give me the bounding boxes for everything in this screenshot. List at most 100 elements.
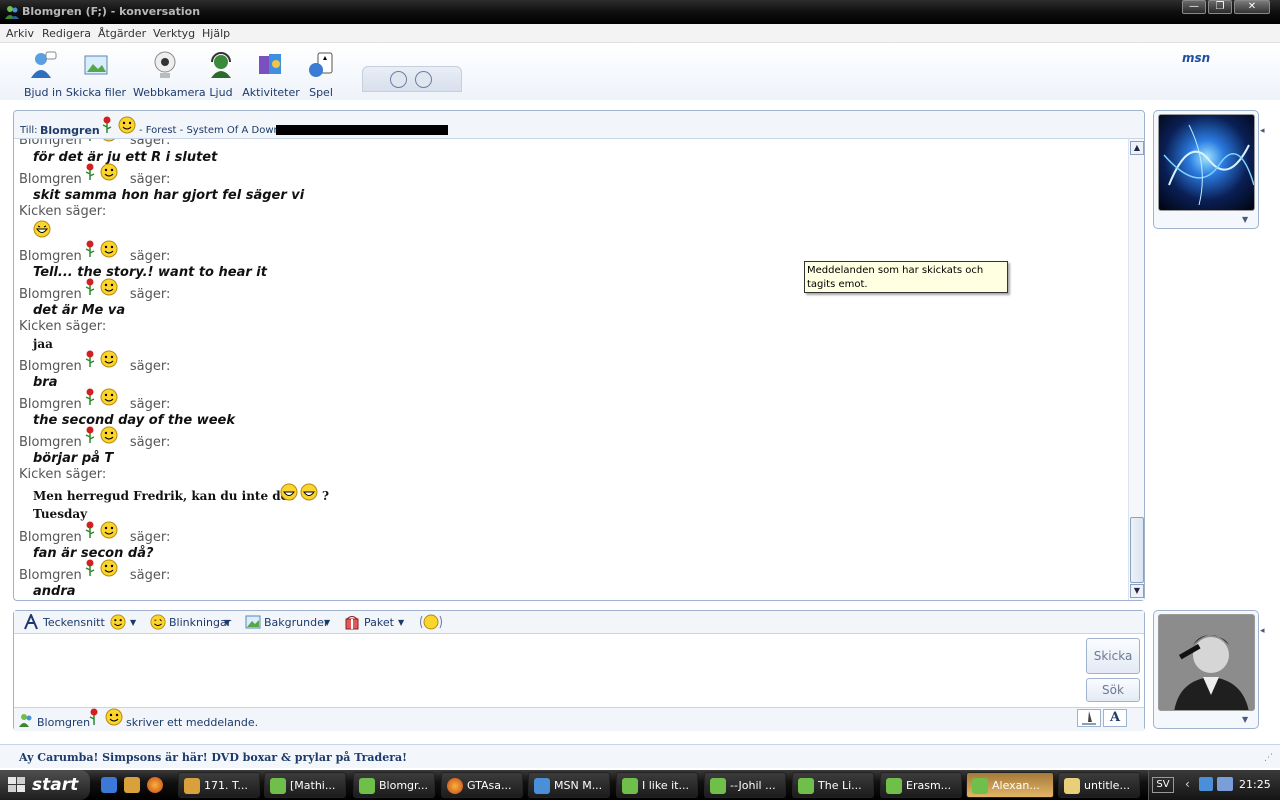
- task-button[interactable]: untitle...: [1058, 772, 1140, 798]
- send-files-icon: [84, 55, 108, 75]
- invite-icon: [31, 51, 57, 78]
- send-button[interactable]: Skicka: [1086, 638, 1140, 674]
- menu-arkiv[interactable]: Arkiv: [6, 27, 34, 40]
- webcam-icon: [154, 51, 176, 78]
- winamp-icon[interactable]: [124, 777, 140, 793]
- ie-icon[interactable]: [101, 777, 117, 793]
- ad-link[interactable]: Ay Carumba! Simpsons är här! DVD boxar &…: [19, 751, 407, 764]
- handwriting-button[interactable]: [1077, 709, 1101, 727]
- chevron-down-icon[interactable]: ▼: [224, 618, 230, 627]
- packages-button[interactable]: Paket: [364, 616, 394, 629]
- redaction-bar: [276, 125, 448, 135]
- games-icon: [309, 52, 333, 77]
- firefox-icon: [447, 778, 463, 794]
- task-button[interactable]: Blomgr...: [353, 772, 435, 798]
- task-button[interactable]: MSN M...: [528, 772, 610, 798]
- scroll-down-button[interactable]: ▼: [1130, 584, 1144, 598]
- format-bar: Teckensnitt ▼ Blinkningar ▼ Bakgrunder ▼…: [14, 611, 1144, 634]
- menu-atgarder[interactable]: Åtgärder: [98, 27, 146, 40]
- chat-message: för det är ju ett R i slutet: [33, 150, 218, 165]
- webcam-label: Webbkamera: [133, 86, 206, 99]
- contact-picture: [1158, 114, 1255, 211]
- windows-logo-icon: [8, 777, 25, 792]
- task-button[interactable]: GTAsa...: [441, 772, 523, 798]
- msn-buddy-icon: [972, 778, 988, 794]
- system-tray: SV ‹ 21:25: [1148, 770, 1280, 800]
- close-button[interactable]: ✕: [1234, 0, 1270, 14]
- winks-button[interactable]: Blinkningar: [169, 616, 231, 629]
- font-icon[interactable]: [23, 614, 39, 630]
- my-picture: [1158, 614, 1255, 711]
- task-button[interactable]: --Johil ...: [704, 772, 786, 798]
- chevron-down-icon[interactable]: ▼: [324, 618, 330, 627]
- laughing-emoticon-icon: [280, 483, 298, 501]
- window-title: Blomgren (F;) - konversation: [22, 5, 201, 18]
- chat-message: jaa: [33, 337, 53, 351]
- smiley-icon: [100, 521, 118, 542]
- menu-hjalp[interactable]: Hjälp: [202, 27, 230, 40]
- smiley-icon: [100, 278, 118, 299]
- search-button[interactable]: Sök: [1086, 678, 1140, 702]
- chat-scrollbar[interactable]: ▲ ▼: [1128, 139, 1144, 600]
- rose-icon: [84, 163, 96, 184]
- send-files-button[interactable]: Skicka filer: [64, 50, 128, 99]
- smiley-icon: [105, 708, 123, 726]
- start-label: start: [32, 775, 79, 795]
- network-icon[interactable]: [1217, 777, 1233, 791]
- backgrounds-icon[interactable]: [245, 615, 261, 629]
- menu-redigera[interactable]: Redigera: [42, 27, 91, 40]
- msn-tray-icon[interactable]: [1199, 777, 1213, 791]
- msn-buddy-icon: [798, 778, 814, 794]
- rose-icon: [102, 116, 112, 133]
- chat-message-suffix: ?: [322, 489, 330, 503]
- task-button[interactable]: Erasm...: [880, 772, 962, 798]
- menu-verktyg[interactable]: Verktyg: [153, 27, 195, 40]
- chevron-down-icon[interactable]: ▼: [1242, 215, 1248, 224]
- singer-photo-icon: [1159, 615, 1254, 710]
- contact-display-picture[interactable]: ▼: [1153, 110, 1259, 229]
- scroll-up-button[interactable]: ▲: [1130, 141, 1144, 155]
- firefox-icon[interactable]: [147, 777, 163, 793]
- chevron-down-icon[interactable]: ▼: [130, 618, 136, 627]
- resize-grip-icon[interactable]: ⋰: [1264, 753, 1273, 763]
- message-input[interactable]: [14, 635, 1080, 707]
- task-button[interactable]: I like it...: [616, 772, 698, 798]
- collapse-arrow-icon[interactable]: ◂: [1260, 626, 1265, 636]
- pencil-icon[interactable]: [415, 71, 432, 88]
- collapse-arrow-icon[interactable]: ◂: [1260, 126, 1265, 136]
- start-button[interactable]: start: [0, 770, 90, 800]
- send-files-label: Skicka filer: [65, 86, 127, 99]
- typing-mode-button[interactable]: A: [1103, 709, 1127, 727]
- winks-icon[interactable]: [150, 614, 166, 630]
- backgrounds-button[interactable]: Bakgrunder: [264, 616, 328, 629]
- task-button[interactable]: The Li...: [792, 772, 874, 798]
- taskbar: start 171. T... [Mathi... Blomgr... GTAs…: [0, 770, 1280, 800]
- chevron-left-icon[interactable]: ‹: [1185, 777, 1190, 791]
- chat-sender: Kicken säger:: [19, 467, 107, 482]
- chevron-down-icon[interactable]: ▼: [1242, 715, 1248, 724]
- msn-buddy-icon: [622, 778, 638, 794]
- chevron-down-icon[interactable]: ▼: [398, 618, 404, 627]
- block-icon[interactable]: [390, 71, 407, 88]
- package-icon[interactable]: [344, 614, 360, 630]
- scroll-thumb[interactable]: [1130, 517, 1144, 583]
- webcam-button[interactable]: Webbkamera: [133, 50, 206, 99]
- task-button[interactable]: 171. T...: [178, 772, 260, 798]
- language-indicator[interactable]: SV: [1152, 777, 1174, 793]
- task-button[interactable]: [Mathi...: [264, 772, 346, 798]
- emoticon-menu-icon[interactable]: [110, 614, 126, 630]
- conversation-panel: Till: Blomgren - Forest - System Of A Do…: [13, 110, 1145, 601]
- chat-message: det är Me va: [33, 303, 126, 318]
- minimize-button[interactable]: —: [1182, 0, 1206, 14]
- my-display-picture[interactable]: ▼: [1153, 610, 1259, 729]
- maximize-button[interactable]: ❐: [1208, 0, 1232, 14]
- font-button[interactable]: Teckensnitt: [43, 616, 105, 629]
- rose-icon: [84, 350, 96, 371]
- pen-icon: [1082, 711, 1096, 725]
- msn-buddy-icon: [359, 778, 375, 794]
- smiley-icon: [100, 240, 118, 261]
- nudge-icon[interactable]: [419, 613, 443, 631]
- task-button-active[interactable]: Alexan...: [966, 772, 1054, 798]
- games-button[interactable]: Spel: [289, 50, 353, 99]
- msn-buddy-icon: [5, 6, 19, 19]
